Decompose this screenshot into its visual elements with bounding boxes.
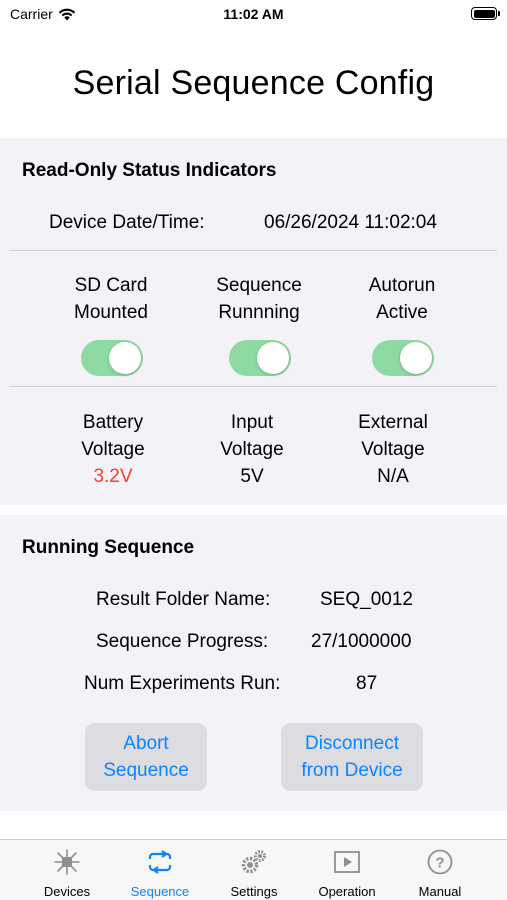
tab-settings-label: Settings: [230, 884, 278, 899]
operation-icon: [334, 851, 360, 873]
external-voltage: External Voltage N/A: [323, 409, 463, 490]
sequence-progress-value: 27/1000000: [311, 631, 412, 652]
manual-icon: ?: [427, 849, 453, 875]
sd-card-label: SD Card Mounted: [74, 275, 148, 323]
tab-settings[interactable]: Settings: [204, 840, 304, 900]
sequence-running-label: Sequence Runnning: [216, 275, 302, 323]
tab-devices-label: Devices: [43, 884, 91, 899]
section-spacer: [0, 505, 507, 515]
autorun-active-label: Autorun Active: [368, 275, 436, 323]
sequence-progress-label: Sequence Progress:: [96, 631, 269, 652]
result-folder-label: Result Folder Name:: [96, 589, 271, 610]
section-spacer: [0, 811, 507, 839]
status-section-title: Read-Only Status Indicators: [22, 160, 277, 181]
tab-manual-label: Manual: [418, 884, 462, 899]
num-experiments-label: Num Experiments Run:: [84, 673, 281, 694]
sequence-icon: [146, 850, 174, 874]
battery-icon: [471, 7, 500, 20]
sequence-running-toggle[interactable]: [229, 340, 291, 376]
datetime-label: Device Date/Time:: [49, 212, 205, 233]
input-voltage: Input Voltage 5V: [182, 409, 322, 490]
battery-voltage: Battery Voltage 3.2V: [43, 409, 183, 490]
settings-icon: [241, 850, 266, 874]
autorun-active-toggle[interactable]: [372, 340, 434, 376]
tab-sequence-label: Sequence: [130, 884, 190, 899]
divider: [10, 386, 497, 387]
status-section: Read-Only Status Indicators Device Date/…: [0, 138, 507, 505]
svg-text:?: ?: [435, 855, 444, 872]
toggle-knob: [257, 342, 289, 374]
input-voltage-value: 5V: [240, 466, 264, 487]
tab-operation[interactable]: Operation: [297, 840, 397, 900]
header: Serial Sequence Config: [0, 30, 507, 138]
devices-icon: [54, 849, 80, 875]
toggle-knob: [400, 342, 432, 374]
result-folder-value: SEQ_0012: [320, 589, 413, 610]
datetime-value: 06/26/2024 11:02:04: [264, 212, 437, 233]
tab-sequence[interactable]: Sequence: [110, 840, 210, 900]
clock: 11:02 AM: [223, 6, 284, 22]
status-bar: Carrier 11:02 AM: [0, 0, 507, 30]
external-voltage-value: N/A: [377, 466, 409, 487]
num-experiments-value: 87: [356, 673, 378, 694]
tab-manual[interactable]: ? Manual: [390, 840, 490, 900]
sd-card-toggle[interactable]: [81, 340, 143, 376]
page-title: Serial Sequence Config: [72, 64, 435, 102]
running-section-title: Running Sequence: [22, 537, 195, 558]
tab-operation-label: Operation: [318, 884, 376, 899]
running-sequence-section: Running Sequence Result Folder Name: SEQ…: [0, 515, 507, 811]
battery-voltage-value: 3.2V: [93, 466, 133, 487]
divider: [10, 250, 497, 251]
tab-bar: Devices Sequence Settings Operation ? Ma…: [0, 839, 507, 900]
disconnect-button[interactable]: Disconnect from Device: [281, 723, 423, 791]
abort-sequence-button[interactable]: Abort Sequence: [85, 723, 207, 791]
tab-devices[interactable]: Devices: [17, 840, 117, 900]
toggle-knob: [109, 342, 141, 374]
